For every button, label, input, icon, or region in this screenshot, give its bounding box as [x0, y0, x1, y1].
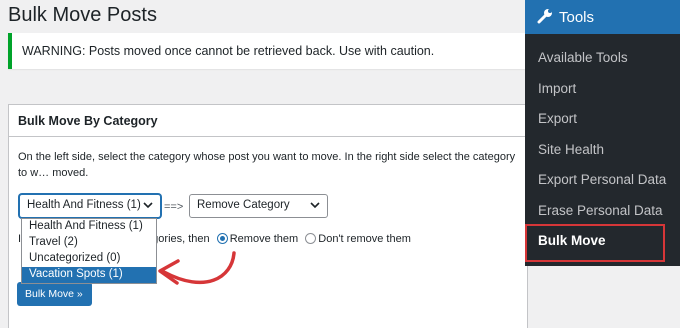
box-description: On the left side, select the category wh…	[18, 151, 516, 179]
chevron-down-icon	[310, 202, 320, 209]
bulk-move-highlight-box	[525, 224, 665, 262]
dropdown-option-health[interactable]: Health And Fitness (1)	[22, 219, 156, 235]
chevron-down-icon	[143, 202, 153, 209]
box-title: Bulk Move By Category	[9, 105, 527, 137]
wrench-icon	[537, 9, 552, 24]
tools-menu-title: Tools	[559, 9, 595, 26]
menu-item-site-health[interactable]: Site Health	[525, 134, 680, 165]
menu-item-export-personal-data[interactable]: Export Personal Data	[525, 164, 680, 195]
tools-menu-header[interactable]: Tools	[525, 0, 680, 34]
notice-text: WARNING: Posts moved once cannot be retr…	[22, 44, 435, 58]
move-arrow-text: ==>	[164, 201, 184, 213]
remove-them-radio[interactable]	[216, 233, 228, 244]
menu-item-export[interactable]: Export	[525, 103, 680, 134]
from-category-select[interactable]: Health And Fitness (1)	[19, 194, 161, 218]
to-category-select[interactable]: Remove Category	[189, 194, 328, 218]
remove-them-label[interactable]: Remove them	[230, 233, 298, 245]
to-category-value: Remove Category	[197, 199, 290, 211]
dropdown-option-travel[interactable]: Travel (2)	[22, 235, 156, 251]
dont-remove-label[interactable]: Don't remove them	[318, 233, 411, 245]
warning-notice: WARNING: Posts moved once cannot be retr…	[8, 33, 528, 69]
menu-item-import[interactable]: Import	[525, 73, 680, 104]
category-dropdown-list: Health And Fitness (1) Travel (2) Uncate…	[21, 218, 157, 284]
bulk-move-button[interactable]: Bulk Move »	[17, 282, 92, 306]
dropdown-option-vacation[interactable]: Vacation Spots (1)	[22, 267, 156, 283]
page-title: Bulk Move Posts	[8, 4, 157, 26]
dropdown-option-uncategorized[interactable]: Uncategorized (0)	[22, 251, 156, 267]
annotation-arrow	[158, 251, 236, 285]
menu-item-available-tools[interactable]: Available Tools	[525, 42, 680, 73]
dont-remove-radio[interactable]	[305, 233, 317, 244]
from-category-value: Health And Fitness (1)	[27, 199, 141, 211]
menu-item-erase-personal-data[interactable]: Erase Personal Data	[525, 195, 680, 226]
